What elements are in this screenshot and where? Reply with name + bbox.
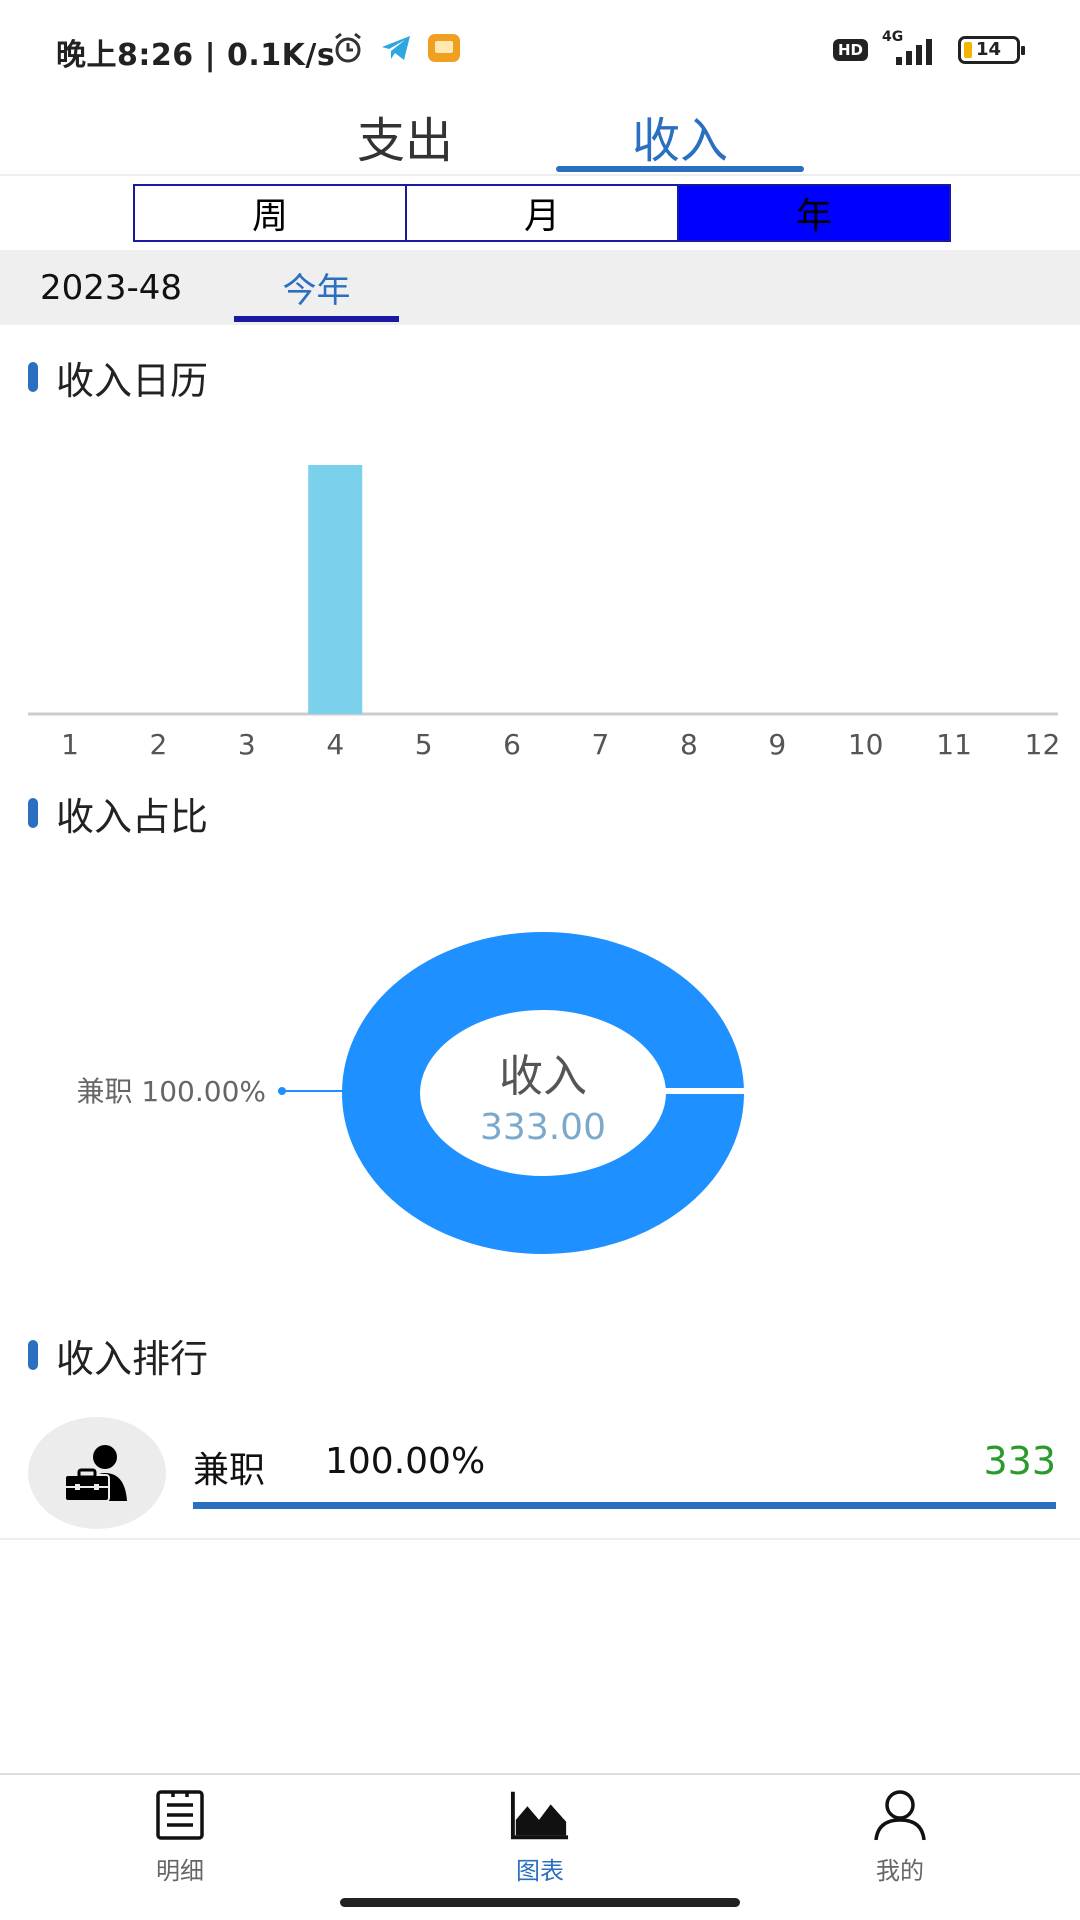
- briefcase-person-icon: [28, 1417, 166, 1529]
- telegram-icon: [378, 30, 414, 70]
- x-tick-label: 6: [503, 728, 521, 761]
- signal-label: 4G: [882, 29, 904, 45]
- section-title-ranking: 收入排行: [56, 1336, 209, 1381]
- nav-charts[interactable]: 图表: [440, 1785, 640, 1895]
- x-tick-label: 9: [768, 728, 786, 761]
- section-title-ratio: 收入占比: [56, 794, 209, 839]
- x-tick-label: 5: [415, 728, 433, 761]
- x-tick-label: 3: [238, 728, 256, 761]
- user-icon: [870, 1785, 930, 1845]
- section-marker: [28, 1340, 38, 1370]
- ranking-category-name: 兼职: [193, 1450, 266, 1491]
- x-tick-label: 11: [936, 728, 972, 761]
- section-title-calendar: 收入日历: [56, 358, 209, 403]
- bar-month-4[interactable]: [308, 465, 363, 714]
- nav-details[interactable]: 明细: [80, 1785, 280, 1895]
- date-tab-indicator: [234, 316, 399, 322]
- x-tick-label: 12: [1025, 728, 1061, 761]
- tab-expense[interactable]: 支出: [280, 96, 530, 176]
- battery-level: 14: [976, 39, 1002, 60]
- status-notification-icons: [330, 30, 462, 70]
- x-tick-label: 7: [592, 728, 610, 761]
- period-month[interactable]: 月: [407, 186, 679, 240]
- x-tick-label: 2: [149, 728, 167, 761]
- ranking-progress-fill: [193, 1502, 1056, 1509]
- type-tabs: 支出 收入: [0, 96, 1080, 176]
- nav-mine[interactable]: 我的: [800, 1785, 1000, 1895]
- status-time: 晚上8:26 | 0.1K/s: [56, 38, 336, 73]
- status-system-icons: HD 4G 14: [832, 29, 1025, 70]
- nav-details-label: 明细: [156, 1857, 204, 1885]
- chart-icon: [510, 1785, 570, 1845]
- tab-income-indicator: [556, 166, 804, 172]
- ranking-progress-track: [193, 1502, 1056, 1509]
- section-income-calendar: 收入日历: [28, 352, 209, 403]
- period-year[interactable]: 年: [679, 186, 949, 240]
- status-bar: 晚上8:26 | 0.1K/s HD 4G 14: [0, 0, 1080, 96]
- date-tab-week[interactable]: 2023-48: [40, 250, 182, 325]
- income-donut-chart: 兼职 100.00% 收入 333.00: [77, 932, 746, 1254]
- section-marker: [28, 362, 38, 392]
- nav-charts-label: 图表: [516, 1857, 564, 1885]
- x-tick-label: 8: [680, 728, 698, 761]
- hd-badge: HD: [832, 39, 868, 61]
- home-indicator[interactable]: [340, 1898, 740, 1907]
- x-tick-label: 1: [61, 728, 79, 761]
- message-app-icon: [426, 30, 462, 70]
- list-icon: [150, 1785, 210, 1845]
- tab-income[interactable]: 收入: [555, 96, 805, 176]
- donut-center-title: 收入: [499, 1051, 587, 1102]
- x-tick-label: 4: [326, 728, 344, 761]
- battery-icon: 14: [958, 36, 1025, 64]
- ranking-row[interactable]: 兼职 100.00% 333: [0, 1405, 1080, 1540]
- section-marker: [28, 798, 38, 828]
- period-selector: 周 月 年: [133, 184, 951, 242]
- x-tick-label: 10: [848, 728, 884, 761]
- nav-mine-label: 我的: [876, 1857, 924, 1885]
- donut-center-value: 333.00: [480, 1107, 606, 1148]
- date-tab-this-year[interactable]: 今年: [234, 250, 399, 325]
- alarm-icon: [330, 30, 366, 70]
- ranking-percent: 100.00%: [325, 1441, 486, 1482]
- section-income-ranking: 收入排行: [28, 1330, 209, 1381]
- date-tabs: 2023-48 今年: [0, 250, 1080, 325]
- income-bar-chart: 1 2 3 4 5 6 7 8 9 10 11 12: [28, 465, 1061, 761]
- period-week[interactable]: 周: [135, 186, 407, 240]
- slice-label: 兼职 100.00%: [77, 1075, 266, 1108]
- section-income-ratio: 收入占比: [28, 788, 209, 839]
- slice-leader-dot: [278, 1087, 286, 1095]
- ranking-amount: 333: [983, 1439, 1056, 1483]
- signal-icon: 4G: [882, 29, 944, 67]
